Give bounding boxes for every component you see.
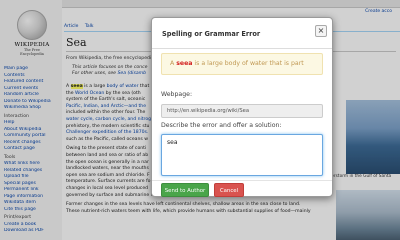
send-to-author-button[interactable]: Send to Author bbox=[161, 183, 209, 197]
cancel-button[interactable]: Cancel bbox=[214, 183, 244, 197]
webpage-url-field: http://en.wikipedia.org/wiki/Sea bbox=[161, 104, 323, 118]
alert-suffix: is a large body of water that is part bbox=[192, 60, 304, 67]
webpage-label: Webpage: bbox=[161, 91, 193, 98]
describe-label: Describe the error and offer a solution: bbox=[161, 122, 282, 129]
close-icon[interactable]: × bbox=[315, 25, 327, 37]
error-description-textarea[interactable]: sea bbox=[161, 134, 323, 176]
error-context-alert: A seea is a large body of water that is … bbox=[161, 53, 323, 75]
dialog-footer-divider bbox=[152, 180, 332, 181]
spelling-error-dialog: Spelling or Grammar Error × A seea is a … bbox=[151, 17, 333, 197]
dialog-title: Spelling or Grammar Error bbox=[162, 30, 261, 38]
dialog-header-divider bbox=[152, 48, 332, 49]
alert-error-word: seea bbox=[176, 60, 193, 67]
